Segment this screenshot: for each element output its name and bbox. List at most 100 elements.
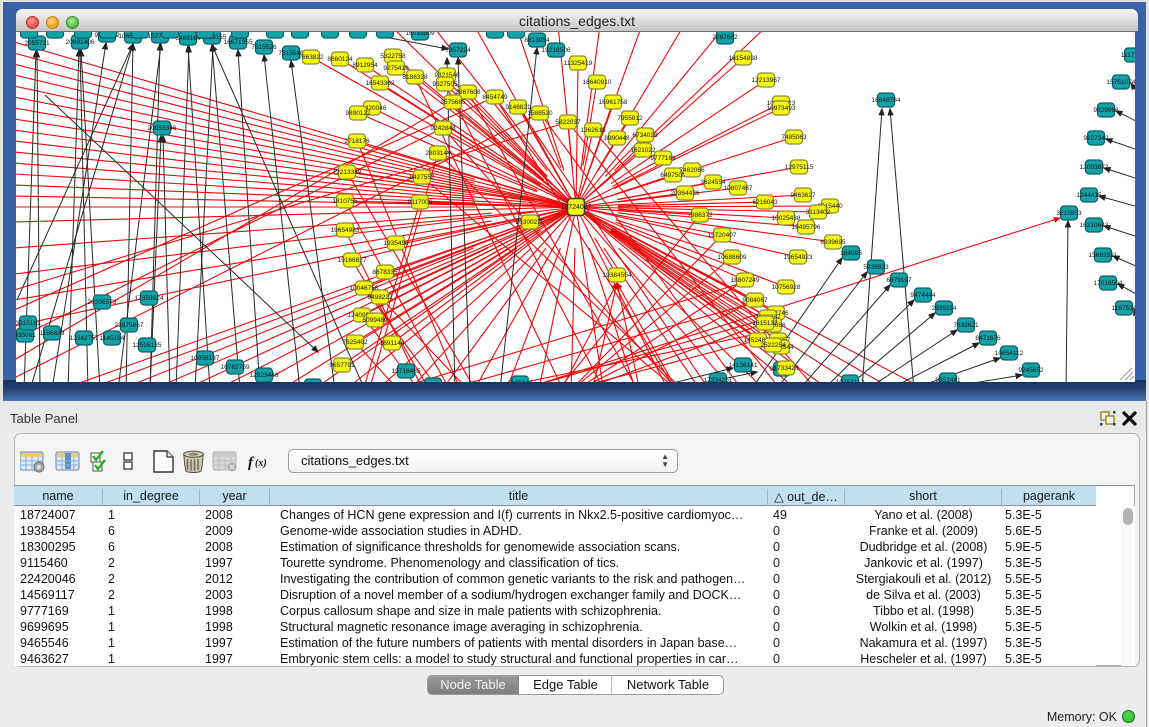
svg-text:8471676: 8471676 (975, 335, 1001, 342)
svg-text:9329966: 9329966 (1093, 107, 1119, 114)
svg-text:7485063: 7485063 (781, 134, 807, 141)
svg-text:17334251: 17334251 (704, 377, 733, 382)
svg-text:19716485: 19716485 (392, 368, 421, 375)
svg-text:7955812: 7955812 (617, 115, 643, 122)
svg-text:17359924: 17359924 (135, 295, 164, 302)
svg-text:1145194: 1145194 (100, 335, 125, 342)
svg-text:8678335: 8678335 (372, 269, 398, 276)
svg-text:10756928: 10756928 (772, 284, 801, 291)
svg-text:12213967: 12213967 (752, 77, 781, 84)
svg-text:164095: 164095 (840, 250, 862, 257)
svg-text:8454749: 8454749 (482, 94, 508, 101)
svg-text:6939695: 6939695 (820, 239, 846, 246)
svg-text:3624554: 3624554 (700, 179, 726, 186)
svg-text:16033809: 16033809 (406, 32, 435, 37)
svg-text:12923448: 12923448 (250, 372, 279, 379)
svg-text:19218506: 19218506 (542, 47, 571, 54)
svg-text:9657791: 9657791 (329, 362, 355, 369)
svg-text:16543362: 16543362 (366, 80, 395, 87)
svg-text:3215953: 3215953 (1056, 210, 1082, 217)
svg-text:5938923: 5938923 (863, 264, 889, 271)
svg-text:(x): (x) (255, 458, 267, 469)
svg-text:1156829: 1156829 (40, 330, 65, 337)
svg-text:10973493: 10973493 (767, 105, 796, 112)
svg-text:17016504: 17016504 (1094, 280, 1123, 287)
svg-text:10654112: 10654112 (995, 350, 1024, 357)
svg-text:1117205: 1117205 (1121, 52, 1135, 59)
svg-text:2522254: 2522254 (760, 342, 786, 349)
svg-text:16648784: 16648784 (872, 97, 901, 104)
svg-text:9474444: 9474444 (910, 292, 936, 299)
svg-text:16961758: 16961758 (599, 99, 628, 106)
svg-text:14136141: 14136141 (729, 362, 758, 369)
svg-text:7357224: 7357224 (445, 47, 471, 54)
svg-text:19654983: 19654983 (331, 227, 360, 234)
svg-text:12342757: 12342757 (70, 335, 99, 342)
svg-text:9351441: 9351441 (935, 377, 961, 382)
svg-text:7625402: 7625402 (342, 339, 368, 346)
svg-text:8125049: 8125049 (507, 380, 533, 382)
svg-text:9242848: 9242848 (430, 125, 456, 132)
svg-text:2935114: 2935114 (932, 305, 957, 312)
svg-text:6879197: 6879197 (886, 277, 912, 284)
svg-text:1935498: 1935498 (383, 240, 409, 247)
svg-text:7462066: 7462066 (679, 167, 705, 174)
svg-text:3113402: 3113402 (806, 209, 831, 216)
svg-text:9777169: 9777169 (650, 155, 676, 162)
svg-text:18724007: 18724007 (560, 204, 591, 211)
svg-text:8660124: 8660124 (327, 56, 353, 63)
svg-text:20691406: 20691406 (66, 39, 95, 46)
svg-text:2718176: 2718176 (344, 138, 370, 145)
svg-text:12213389: 12213389 (333, 169, 362, 176)
svg-text:9117006: 9117006 (408, 199, 433, 206)
svg-text:9084067: 9084067 (742, 297, 768, 304)
svg-text:1362615: 1362615 (580, 127, 606, 134)
svg-text:1810755: 1810755 (332, 198, 358, 205)
svg-text:19654923: 19654923 (784, 254, 813, 261)
svg-text:5822037: 5822037 (555, 119, 581, 126)
svg-text:3915181: 3915181 (16, 320, 41, 327)
svg-text:f: f (248, 455, 255, 471)
svg-text:12975115: 12975115 (785, 164, 814, 171)
svg-text:8912954: 8912954 (352, 62, 378, 69)
svg-text:7515526: 7515526 (251, 44, 277, 51)
svg-text:18807249: 18807249 (731, 277, 760, 284)
svg-text:12093872: 12093872 (1080, 164, 1109, 171)
svg-text:8990448: 8990448 (604, 135, 630, 142)
svg-text:9245652: 9245652 (1018, 367, 1044, 374)
svg-text:16154838: 16154838 (729, 55, 758, 62)
svg-text:19384554: 19384554 (603, 272, 632, 279)
svg-text:18640910: 18640910 (583, 79, 612, 86)
svg-text:16671355: 16671355 (224, 39, 253, 46)
svg-text:2803144: 2803144 (425, 150, 451, 157)
svg-text:9890122: 9890122 (345, 110, 371, 117)
svg-text:6734028: 6734028 (632, 132, 658, 139)
svg-text:9227342: 9227342 (1083, 135, 1109, 142)
svg-text:7632621: 7632621 (953, 322, 979, 329)
svg-text:10958137: 10958137 (191, 355, 220, 362)
svg-text:2055721: 2055721 (24, 40, 50, 47)
svg-text:9463627: 9463627 (790, 192, 816, 199)
svg-text:23975867: 23975867 (115, 322, 144, 329)
svg-text:7986372: 7986372 (687, 212, 713, 219)
svg-text:26300275: 26300275 (516, 219, 545, 226)
svg-text:10807487: 10807487 (724, 185, 753, 192)
svg-text:7663822: 7663822 (298, 54, 324, 61)
svg-text:20364436: 20364436 (671, 190, 700, 197)
svg-text:19495796: 19495796 (792, 224, 821, 231)
svg-text:15720407: 15720407 (708, 232, 737, 239)
svg-text:11325419: 11325419 (564, 60, 593, 67)
svg-text:10754112: 10754112 (836, 379, 865, 382)
svg-text:1588520: 1588520 (527, 110, 553, 117)
svg-text:2087682: 2087682 (712, 34, 738, 41)
svg-text:10688609: 10688609 (718, 254, 747, 261)
svg-text:6099489: 6099489 (362, 317, 388, 324)
svg-text:8427552: 8427552 (409, 174, 435, 181)
svg-text:19166827: 19166827 (338, 257, 367, 264)
svg-text:5322758: 5322758 (380, 53, 406, 60)
svg-text:20206573: 20206573 (88, 299, 117, 306)
svg-text:9327505: 9327505 (432, 81, 458, 88)
svg-text:16782759: 16782759 (221, 364, 250, 371)
svg-text:1167534: 1167534 (1112, 305, 1135, 312)
svg-text:9275419: 9275419 (383, 65, 409, 72)
